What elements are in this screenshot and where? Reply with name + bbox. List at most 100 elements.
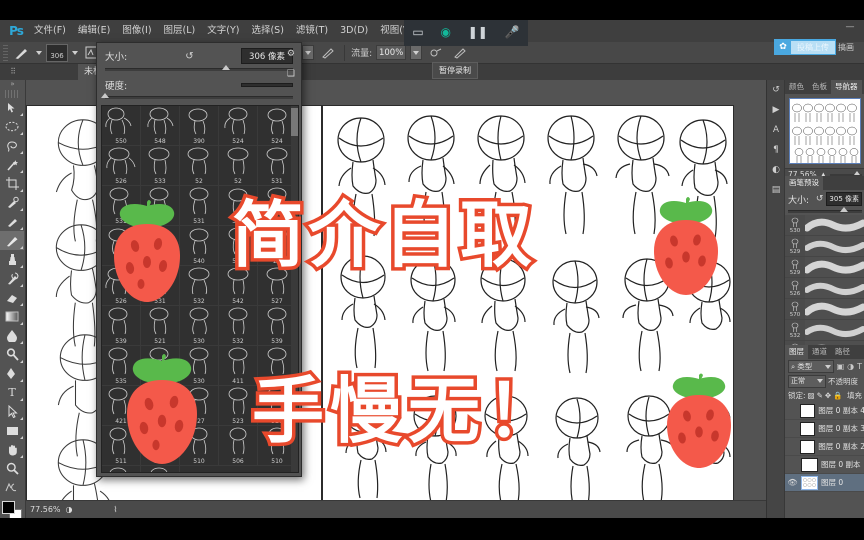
navigator-thumbnail[interactable] xyxy=(789,98,861,164)
brush-preset-cell[interactable]: 521 xyxy=(141,306,180,346)
brush-preset-cell[interactable]: 390 xyxy=(180,106,219,146)
pause-icon[interactable]: ❚❚ xyxy=(468,25,488,39)
properties-panel-icon[interactable]: ▤ xyxy=(767,180,785,200)
brush-preset-cell[interactable]: 530 xyxy=(180,306,219,346)
minimize-button[interactable]: — xyxy=(840,22,860,36)
pen-tool[interactable] xyxy=(0,364,24,383)
panel-brush-size-slider[interactable] xyxy=(788,207,862,213)
menu-item-type[interactable]: 文字(Y) xyxy=(201,20,245,42)
brush-size-chevron-down-icon[interactable] xyxy=(72,50,78,55)
brush-preset-list-item[interactable]: 529 xyxy=(785,257,864,278)
brush-preset-list[interactable]: 530 529 529 526 570 532 xyxy=(785,215,864,362)
edit-toolbar-icon[interactable] xyxy=(0,478,24,497)
eyedropper-tool[interactable] xyxy=(0,193,24,212)
brush-preset-list-item[interactable]: 529 xyxy=(785,236,864,257)
dodge-tool[interactable] xyxy=(0,345,24,364)
menu-item-select[interactable]: 选择(S) xyxy=(245,20,289,42)
layer-row[interactable]: 图层 0 副本 3 xyxy=(785,420,864,438)
options-bar-grip[interactable] xyxy=(3,44,8,61)
brush-size-value[interactable]: 306 像素 xyxy=(241,48,293,64)
layer-thumbnail[interactable] xyxy=(801,475,818,490)
brush-hardness-value[interactable] xyxy=(241,83,293,87)
brush-preset-cell[interactable]: 539 xyxy=(102,306,141,346)
brush-preset-cell[interactable]: 532 xyxy=(219,306,258,346)
brush-size-slider[interactable] xyxy=(105,65,293,71)
microphone-icon[interactable]: 🎤 xyxy=(505,25,520,39)
toolbox-grip[interactable] xyxy=(5,90,20,98)
menu-item-layer[interactable]: 图层(L) xyxy=(158,20,202,42)
brush-preset-cell[interactable]: 524 xyxy=(219,106,258,146)
magic-wand-tool[interactable] xyxy=(0,155,24,174)
lock-image-icon[interactable]: ✎ xyxy=(817,391,823,400)
filter-image-icon[interactable]: ▣ xyxy=(837,362,845,371)
history-panel-icon[interactable]: ↺ xyxy=(767,80,785,100)
tab-channels[interactable]: 通道 xyxy=(808,345,831,359)
menu-item-file[interactable]: 文件(F) xyxy=(28,20,72,42)
brush-preset-cell[interactable]: 550 xyxy=(102,106,141,146)
hand-tool[interactable] xyxy=(0,440,24,459)
adjustments-panel-icon[interactable]: ◐ xyxy=(767,160,785,180)
rectangle-tool[interactable] xyxy=(0,421,24,440)
brush-preset-list-item[interactable]: 530 xyxy=(785,215,864,236)
menu-item-filter[interactable]: 滤镜(T) xyxy=(290,20,334,42)
filter-adjustment-icon[interactable]: ◑ xyxy=(847,362,854,371)
airbrush-icon[interactable] xyxy=(426,44,446,62)
tab-brush-presets[interactable]: 画笔预设 xyxy=(785,176,823,190)
layer-filter-select[interactable]: ⌕ 类型 xyxy=(788,360,834,373)
lock-all-icon[interactable]: 🔒 xyxy=(833,391,842,400)
path-selection-tool[interactable] xyxy=(0,402,24,421)
layer-thumbnail[interactable] xyxy=(799,421,816,436)
opacity-pressure-icon[interactable] xyxy=(318,44,338,62)
panel-reset-icon[interactable]: ↺ xyxy=(816,194,824,204)
tab-paths[interactable]: 路径 xyxy=(831,345,854,359)
brush-size-preview[interactable]: 306 xyxy=(46,43,68,62)
layer-blend-mode-select[interactable]: 正常 xyxy=(788,374,826,388)
gradient-tool[interactable] xyxy=(0,307,24,326)
brush-preset-list-item[interactable]: 570 xyxy=(785,299,864,320)
record-icon[interactable]: ◉ xyxy=(440,25,450,39)
brush-hardness-slider[interactable] xyxy=(101,93,293,99)
status-grip-icon[interactable]: ⌇ xyxy=(114,505,118,514)
layer-row[interactable]: 图层 0 副本 xyxy=(785,456,864,474)
tab-layers[interactable]: 图层 xyxy=(785,345,808,359)
lock-transparent-icon[interactable]: ▨ xyxy=(808,391,815,400)
layer-row[interactable]: 图层 0 副本 4 xyxy=(785,402,864,420)
history-brush-tool[interactable] xyxy=(0,269,24,288)
brush-preset-chevron-down-icon[interactable] xyxy=(36,50,42,55)
layer-row[interactable]: 👁 图层 0 xyxy=(785,474,864,492)
gear-icon[interactable]: ⚙ xyxy=(287,49,295,59)
tab-navigator[interactable]: 导航器 xyxy=(831,80,862,94)
layer-thumbnail[interactable] xyxy=(799,403,816,418)
lasso-tool[interactable] xyxy=(0,136,24,155)
layer-row[interactable]: 图层 0 副本 2 xyxy=(785,438,864,456)
layer-thumbnail[interactable] xyxy=(801,457,818,472)
panel-brush-size-value[interactable]: 305 像素 xyxy=(826,192,862,206)
flow-input[interactable]: 100% xyxy=(376,45,407,60)
healing-brush-tool[interactable] xyxy=(0,212,24,231)
brush-preset-cell[interactable]: 52 xyxy=(180,146,219,186)
eye-icon[interactable]: 👁 xyxy=(787,478,798,487)
reset-icon[interactable]: ↺ xyxy=(185,51,193,62)
clone-stamp-tool[interactable] xyxy=(0,250,24,269)
tab-swatches[interactable]: 色板 xyxy=(808,80,831,94)
document-size-icon[interactable]: ◑ xyxy=(66,505,73,514)
brush-preset-cell[interactable]: 526 xyxy=(102,146,141,186)
flow-pressure-icon[interactable] xyxy=(450,44,470,62)
character-panel-icon[interactable]: A xyxy=(767,120,785,140)
flow-stepper[interactable] xyxy=(410,45,423,60)
brush-tool-icon[interactable] xyxy=(12,44,32,62)
menu-item-image[interactable]: 图像(I) xyxy=(116,20,157,42)
upload-button[interactable]: ✿ 投稿上传 xyxy=(774,39,836,55)
brush-preset-list-item[interactable]: 526 xyxy=(785,278,864,299)
blur-tool[interactable] xyxy=(0,326,24,345)
brush-preset-list-item[interactable]: 532 xyxy=(785,320,864,341)
region-icon[interactable]: ▭ xyxy=(412,25,423,39)
brush-preset-cell[interactable]: 548 xyxy=(141,106,180,146)
opacity-stepper[interactable] xyxy=(302,45,315,60)
type-tool[interactable]: T xyxy=(0,383,24,402)
upload-widget[interactable]: ✿ 投稿上传 搞画 xyxy=(774,39,854,55)
tab-color[interactable]: 颜色 xyxy=(785,80,808,94)
menu-item-3d[interactable]: 3D(D) xyxy=(334,20,374,42)
new-preset-icon[interactable]: ❑ xyxy=(287,69,295,79)
foreground-color-swatch[interactable] xyxy=(2,501,15,514)
